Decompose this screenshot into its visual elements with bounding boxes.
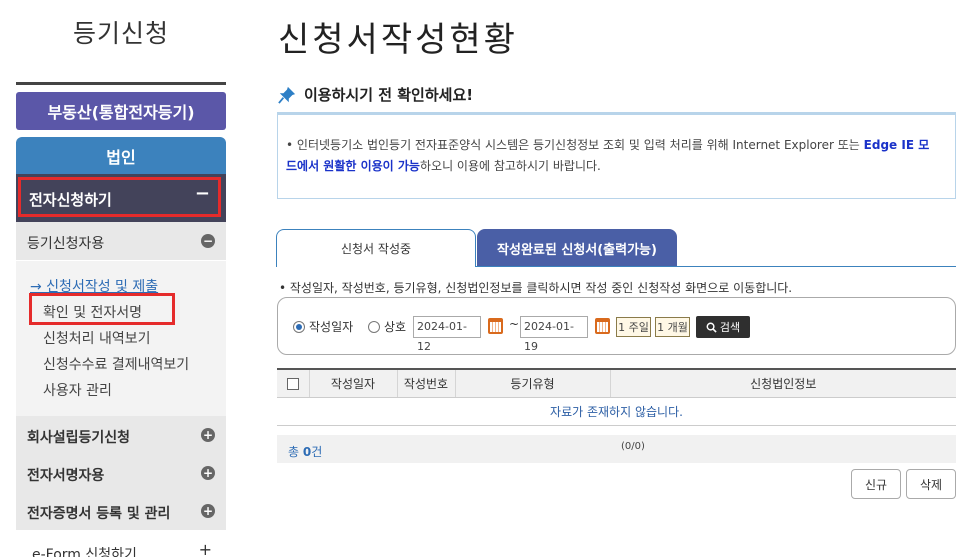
eform-label: e-Form 신청하기 xyxy=(32,547,137,557)
group-label: 전자서명자용 xyxy=(27,468,105,484)
application-table: 작성일자 작성번호 등기유형 신청법인정보 자료가 존재하지 않습니다. xyxy=(277,368,956,426)
pager: (0/0) xyxy=(621,441,645,452)
sidebar-title: 등기신청 xyxy=(72,19,169,48)
search-button-label: 검색 xyxy=(719,321,741,334)
plus-icon[interactable]: + xyxy=(201,428,215,442)
radio-name-label[interactable]: 상호 xyxy=(384,318,406,335)
sidebar-group-signer[interactable]: 전자서명자용 + xyxy=(16,454,226,492)
tab-in-progress[interactable]: 신청서 작성중 xyxy=(276,229,476,267)
notice-heading-text: 이용하시기 전 확인하세요! xyxy=(304,86,474,104)
group-label: 회사설립등기신청 xyxy=(27,430,131,446)
search-button[interactable]: 검색 xyxy=(696,316,750,338)
calendar-icon[interactable] xyxy=(488,318,503,334)
plus-icon[interactable]: + xyxy=(201,466,215,480)
group-label: 등기신청자용 xyxy=(27,236,105,252)
notice-heading: 이용하시기 전 확인하세요! xyxy=(278,84,473,105)
sidebar-divider xyxy=(16,82,226,85)
annotation-highlight-esubmit xyxy=(18,177,221,217)
date-range-tilde: ~ xyxy=(509,317,520,331)
one-week-button[interactable]: 1 주일 xyxy=(616,317,651,337)
notice-bullet: • xyxy=(286,138,294,152)
notice-text: 인터넷등기소 법인등기 전자표준양식 시스템은 등기신청정보 조회 및 입력 처… xyxy=(296,138,860,152)
date-from-input[interactable]: 2024-01-12 xyxy=(413,316,481,353)
page-title: 신청서작성현황 xyxy=(278,20,518,60)
pushpin-icon xyxy=(278,86,296,104)
corp-button[interactable]: 법인 xyxy=(16,137,226,174)
radio-name[interactable] xyxy=(368,321,380,333)
annotation-highlight-confirm xyxy=(29,293,175,325)
notice-box: • 인터넷등기소 법인등기 전자표준양식 시스템은 등기신청정보 조회 및 입력… xyxy=(277,112,956,199)
sidebar-group-incorporation[interactable]: 회사설립등기신청 + xyxy=(16,416,226,454)
realestate-button[interactable]: 부동산(통합전자등기) xyxy=(16,92,226,130)
group-label: 전자증명서 등록 및 관리 xyxy=(27,506,171,522)
table-header-row: 작성일자 작성번호 등기유형 신청법인정보 xyxy=(277,368,956,398)
sidebar-group-applicant[interactable]: 등기신청자용 − xyxy=(16,222,226,260)
sidebar-item-user-mgmt[interactable]: 사용자 관리 xyxy=(43,380,112,400)
total-count: 총 0건 xyxy=(288,443,322,460)
col-number[interactable]: 작성번호 xyxy=(397,368,456,398)
empty-message: 자료가 존재하지 않습니다. xyxy=(277,397,956,426)
sidebar-item-fee-history[interactable]: 신청수수료 결제내역보기 xyxy=(43,354,189,374)
col-date[interactable]: 작성일자 xyxy=(309,368,398,398)
sidebar-group-ecert[interactable]: 전자증명서 등록 및 관리 + xyxy=(16,492,226,530)
plus-icon[interactable]: + xyxy=(199,540,212,557)
tab-completed[interactable]: 작성완료된 신청서(출력가능) xyxy=(477,229,677,267)
table-hint: • 작성일자, 작성번호, 등기유형, 신청법인정보를 클릭하시면 작성 중인 … xyxy=(279,281,793,295)
delete-button[interactable]: 삭제 xyxy=(906,469,956,499)
col-type[interactable]: 등기유형 xyxy=(455,368,611,398)
new-button[interactable]: 신규 xyxy=(851,469,901,499)
search-icon xyxy=(706,322,717,333)
one-month-button[interactable]: 1 개월 xyxy=(655,317,690,337)
minus-icon[interactable]: − xyxy=(201,234,215,248)
radio-date-label[interactable]: 작성일자 xyxy=(309,318,353,335)
table-row: 자료가 존재하지 않습니다. xyxy=(277,397,956,426)
radio-date[interactable] xyxy=(293,321,305,333)
select-all-checkbox[interactable] xyxy=(286,377,299,390)
sidebar-item-history[interactable]: 신청처리 내역보기 xyxy=(43,328,151,348)
notice-text-end: 하오니 이용에 참고하시기 바랍니다. xyxy=(419,159,601,173)
plus-icon[interactable]: + xyxy=(201,504,215,518)
total-bar: 총 0건 (0/0) xyxy=(277,435,956,463)
total-suffix: 건 xyxy=(311,445,323,459)
col-corp-info[interactable]: 신청법인정보 xyxy=(610,368,956,398)
total-prefix: 총 xyxy=(288,445,303,459)
date-to-input[interactable]: 2024-01-19 xyxy=(520,316,588,353)
calendar-icon[interactable] xyxy=(595,318,610,334)
total-number: 0 xyxy=(302,445,312,459)
select-all-cell xyxy=(277,368,310,398)
sidebar-item-eform[interactable]: e-Form 신청하기 + xyxy=(16,530,226,557)
